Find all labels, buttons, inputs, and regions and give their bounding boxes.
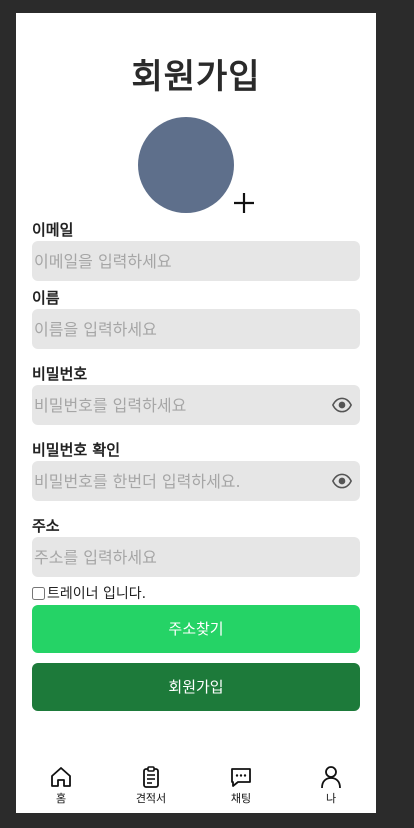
home-icon — [51, 767, 71, 787]
address-label: 주소 — [32, 517, 60, 535]
trainer-checkbox-label: 트레이너 입니다. — [47, 586, 147, 602]
nav-item-estimate[interactable]: 견적서 — [106, 761, 196, 813]
nav-item-label: 채팅 — [230, 792, 252, 805]
address-field-container — [32, 537, 360, 577]
eye-icon[interactable] — [332, 471, 352, 491]
password-confirm-input[interactable] — [32, 461, 360, 501]
add-photo-icon[interactable] — [232, 191, 256, 215]
profile-avatar[interactable] — [138, 117, 234, 213]
password-field-container — [32, 385, 360, 425]
email-field-container — [32, 241, 360, 281]
password-confirm-field-container — [32, 461, 360, 501]
nav-item-label: 견적서 — [135, 792, 167, 805]
name-field-container — [32, 309, 360, 349]
email-label: 이메일 — [32, 221, 74, 239]
password-label: 비밀번호 — [32, 365, 88, 383]
password-confirm-label: 비밀번호 확인 — [32, 441, 121, 459]
address-input[interactable] — [32, 537, 360, 577]
name-label: 이름 — [32, 289, 60, 307]
chat-icon — [231, 768, 251, 787]
email-input[interactable] — [32, 241, 360, 281]
nav-item-label: 나 — [325, 792, 337, 805]
nav-item-label: 홈 — [55, 792, 67, 805]
eye-icon[interactable] — [332, 395, 352, 415]
password-input[interactable] — [32, 385, 360, 425]
page-title: 회원가입 — [131, 57, 261, 97]
user-icon — [321, 766, 341, 789]
trainer-checkbox-row[interactable]: 트레이너 입니다. — [32, 583, 146, 603]
bottom-navigation: 홈 견적서 채팅 나 — [16, 761, 376, 813]
signup-button[interactable]: 회원가입 — [32, 663, 360, 711]
signup-screen: 회원가입 이메일 이름 비밀번호 비밀번호 확인 주소 트레이 — [16, 13, 376, 813]
clipboard-icon — [143, 766, 159, 788]
trainer-checkbox[interactable] — [32, 586, 45, 600]
name-input[interactable] — [32, 309, 360, 349]
nav-item-me[interactable]: 나 — [286, 761, 376, 813]
address-search-button[interactable]: 주소찾기 — [32, 605, 360, 653]
nav-item-chat[interactable]: 채팅 — [196, 761, 286, 813]
nav-item-home[interactable]: 홈 — [16, 761, 106, 813]
